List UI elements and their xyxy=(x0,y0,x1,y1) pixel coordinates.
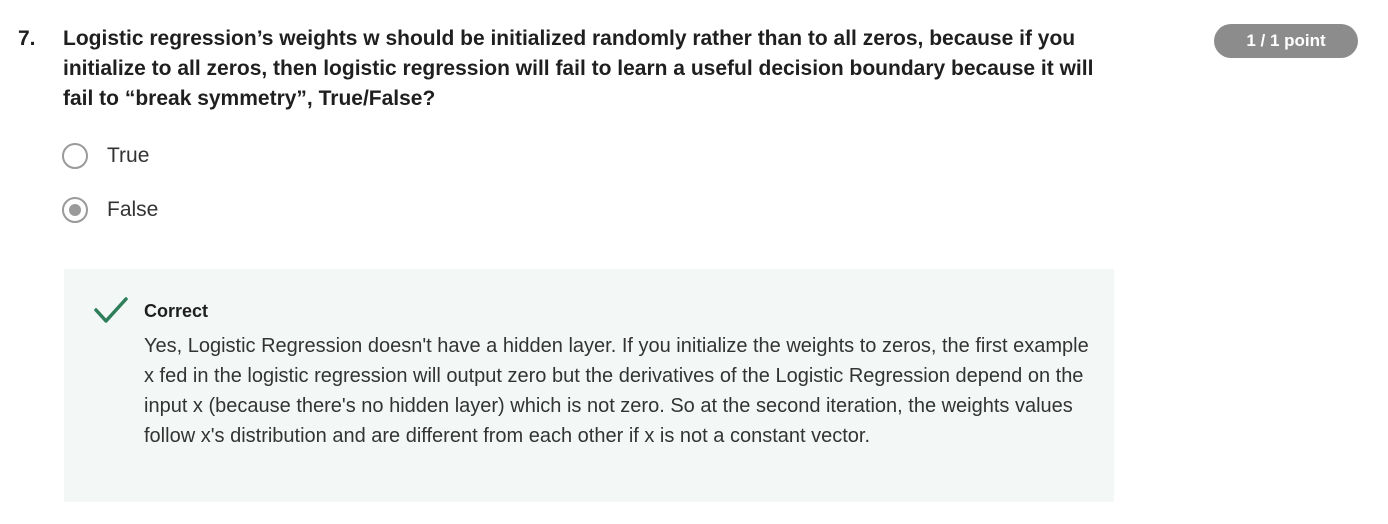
radio-button-false[interactable] xyxy=(62,197,88,223)
option-label: True xyxy=(107,144,150,167)
feedback-panel: Correct Yes, Logistic Regression doesn't… xyxy=(64,269,1114,502)
option-label: False xyxy=(107,198,159,221)
radio-button-true[interactable] xyxy=(62,143,88,169)
question-text: Logistic regression’s weights w should b… xyxy=(63,27,1094,110)
feedback-explanation: Yes, Logistic Regression doesn't have a … xyxy=(144,335,1089,447)
feedback-status: Correct xyxy=(144,301,209,321)
question-number: 7. xyxy=(18,27,36,50)
check-icon xyxy=(94,297,128,323)
points-badge: 1 / 1 point xyxy=(1214,24,1358,58)
option-false[interactable]: False xyxy=(62,194,158,226)
option-true[interactable]: True xyxy=(62,140,149,172)
